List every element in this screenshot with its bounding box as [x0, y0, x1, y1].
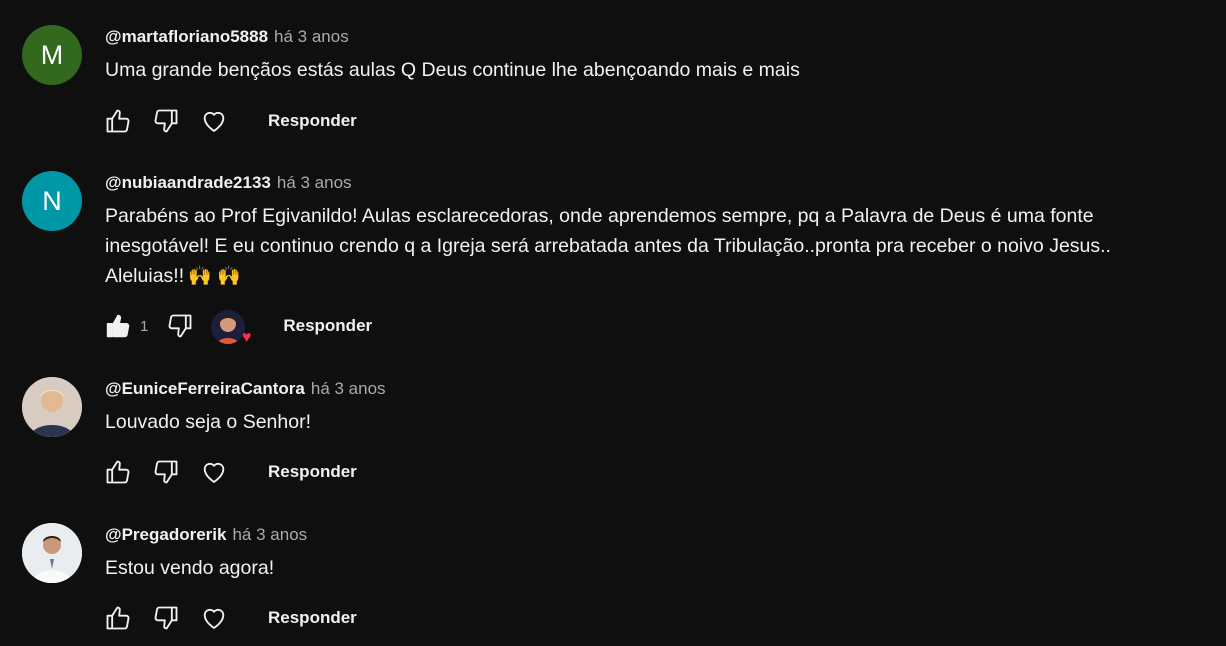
- thumbs-up-filled-icon: [106, 314, 130, 338]
- comment-author[interactable]: @martafloriano5888: [105, 27, 268, 47]
- avatar[interactable]: [22, 377, 82, 437]
- like-button[interactable]: [102, 456, 134, 488]
- comment-actions: Responder: [102, 105, 357, 137]
- thumbs-up-icon: [106, 109, 130, 133]
- avatar[interactable]: N: [22, 171, 82, 231]
- comment-header: @EuniceFerreiraCantora há 3 anos: [105, 377, 1205, 401]
- comment-header: @nubiaandrade2133 há 3 anos: [105, 171, 1205, 195]
- heart-button[interactable]: [198, 602, 230, 634]
- heart-icon: [203, 609, 225, 629]
- comment-header: @martafloriano5888 há 3 anos: [105, 25, 1205, 49]
- thumbs-down-icon: [154, 109, 178, 133]
- comment-body: @EuniceFerreiraCantora há 3 anos Louvado…: [105, 377, 1205, 437]
- avatar-photo: [22, 523, 82, 583]
- comment-actions: 1 ♥ Responder: [102, 310, 372, 346]
- comment-text-line: Parabéns ao Prof Egivanildo! Aulas escla…: [105, 205, 1094, 227]
- comment-text: Parabéns ao Prof Egivanildo! Aulas escla…: [105, 201, 1205, 292]
- comment-body: @nubiaandrade2133 há 3 anos Parabéns ao …: [105, 171, 1205, 292]
- avatar[interactable]: [22, 523, 82, 583]
- avatar[interactable]: M: [22, 25, 82, 85]
- thumbs-up-icon: [106, 606, 130, 630]
- creator-avatar: [211, 310, 246, 344]
- comment-header: @Pregadorerik há 3 anos: [105, 523, 1205, 547]
- comment-timestamp[interactable]: há 3 anos: [277, 173, 352, 193]
- thumbs-down-icon: [168, 314, 192, 338]
- thumbs-down-icon: [154, 460, 178, 484]
- comment-text-line: Uma grande bençãos estás aulas Q Deus co…: [105, 59, 800, 81]
- comment-text: Uma grande bençãos estás aulas Q Deus co…: [105, 55, 1205, 85]
- comment-timestamp[interactable]: há 3 anos: [311, 379, 386, 399]
- comment-actions: Responder: [102, 602, 357, 634]
- comment-text-fragment: Aleluias!!: [105, 265, 185, 287]
- avatar-letter: M: [40, 39, 64, 70]
- dislike-button[interactable]: [150, 456, 182, 488]
- heart-icon: [203, 463, 225, 483]
- comment-body: @martafloriano5888 há 3 anos Uma grande …: [105, 25, 1205, 85]
- reply-button[interactable]: Responder: [268, 111, 357, 131]
- comment-author[interactable]: @nubiaandrade2133: [105, 173, 271, 193]
- dislike-button[interactable]: [164, 310, 196, 342]
- comment-author[interactable]: @EuniceFerreiraCantora: [105, 379, 305, 399]
- thumbs-down-icon: [154, 606, 178, 630]
- comment-actions: Responder: [102, 456, 357, 488]
- thumbs-up-icon: [106, 460, 130, 484]
- heart-button[interactable]: [198, 105, 230, 137]
- dislike-button[interactable]: [150, 105, 182, 137]
- comment-text: Louvado seja o Senhor!: [105, 407, 1205, 437]
- comment-timestamp[interactable]: há 3 anos: [232, 525, 307, 545]
- comment-author[interactable]: @Pregadorerik: [105, 525, 226, 545]
- dislike-button[interactable]: [150, 602, 182, 634]
- comment-text-line: Estou vendo agora!: [105, 557, 275, 579]
- comment-text-line: Aleluias!! 🙌 🙌: [105, 261, 1205, 292]
- avatar-photo: [22, 377, 82, 437]
- comment-text-line: inesgotável! E eu continuo crendo q a Ig…: [105, 235, 1111, 257]
- avatar-letter: N: [42, 185, 62, 216]
- creator-heart-badge: ♥: [209, 306, 252, 346]
- like-button[interactable]: [102, 105, 134, 137]
- comment-text: Estou vendo agora!: [105, 553, 1205, 583]
- reply-button[interactable]: Responder: [268, 608, 357, 628]
- like-button[interactable]: [102, 310, 134, 342]
- heart-button[interactable]: [198, 456, 230, 488]
- like-button[interactable]: [102, 602, 134, 634]
- reply-button[interactable]: Responder: [283, 316, 372, 336]
- raised-hands-emoji: 🙌 🙌: [188, 266, 241, 287]
- comment-timestamp[interactable]: há 3 anos: [274, 27, 349, 47]
- comment-text-line: Louvado seja o Senhor!: [105, 411, 311, 433]
- like-count: 1: [140, 317, 149, 335]
- heart-icon: [203, 112, 225, 132]
- reply-button[interactable]: Responder: [268, 462, 357, 482]
- heart-icon: ♥: [241, 329, 252, 346]
- comment-body: @Pregadorerik há 3 anos Estou vendo agor…: [105, 523, 1205, 583]
